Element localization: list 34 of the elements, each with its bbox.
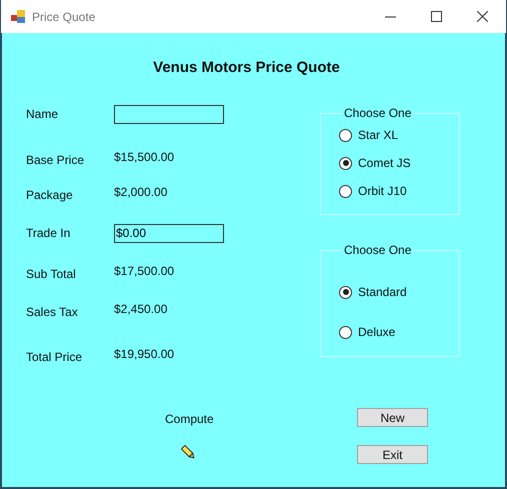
field-value: $19,950.00: [114, 347, 174, 361]
radio-button[interactable]: [339, 184, 352, 198]
field-value: $2,450.00: [114, 302, 168, 316]
field-label: Trade In: [26, 226, 72, 240]
radio-option[interactable]: Star XL: [339, 126, 459, 144]
radio-option[interactable]: Standard: [339, 283, 459, 301]
app-icon: [11, 10, 25, 23]
close-icon[interactable]: [477, 11, 488, 22]
field-label: Sales Tax: [26, 305, 79, 319]
field-value: $15,500.00: [114, 150, 174, 164]
field-label: Name: [26, 107, 60, 121]
radio-button[interactable]: [339, 128, 352, 142]
group-title: Choose One: [343, 106, 412, 120]
form-button[interactable]: Exit: [357, 445, 428, 464]
window-title: Price Quote: [32, 10, 96, 24]
radio-option[interactable]: Comet JS: [339, 154, 459, 172]
maximize-icon[interactable]: [431, 11, 442, 22]
compute-label[interactable]: Compute: [165, 412, 214, 426]
field-value: $17,500.00: [114, 264, 174, 278]
form-button[interactable]: New: [357, 408, 428, 427]
form-heading: Venus Motors Price Quote: [153, 59, 340, 76]
field-label: Total Price: [26, 350, 84, 364]
input-field[interactable]: $0.00: [114, 224, 224, 242]
radio-option[interactable]: Deluxe: [339, 323, 459, 341]
radio-button[interactable]: [339, 326, 352, 338]
field-label: Base Price: [26, 153, 86, 167]
field-label: Sub Total: [26, 267, 77, 281]
field-value: $2,000.00: [114, 185, 168, 199]
radio-option[interactable]: Orbit J10: [339, 182, 459, 200]
radio-button[interactable]: [339, 156, 352, 170]
group-title: Choose One: [343, 243, 412, 257]
field-label: Package: [26, 188, 74, 202]
radio-button[interactable]: [339, 286, 352, 298]
input-field[interactable]: [114, 104, 224, 124]
